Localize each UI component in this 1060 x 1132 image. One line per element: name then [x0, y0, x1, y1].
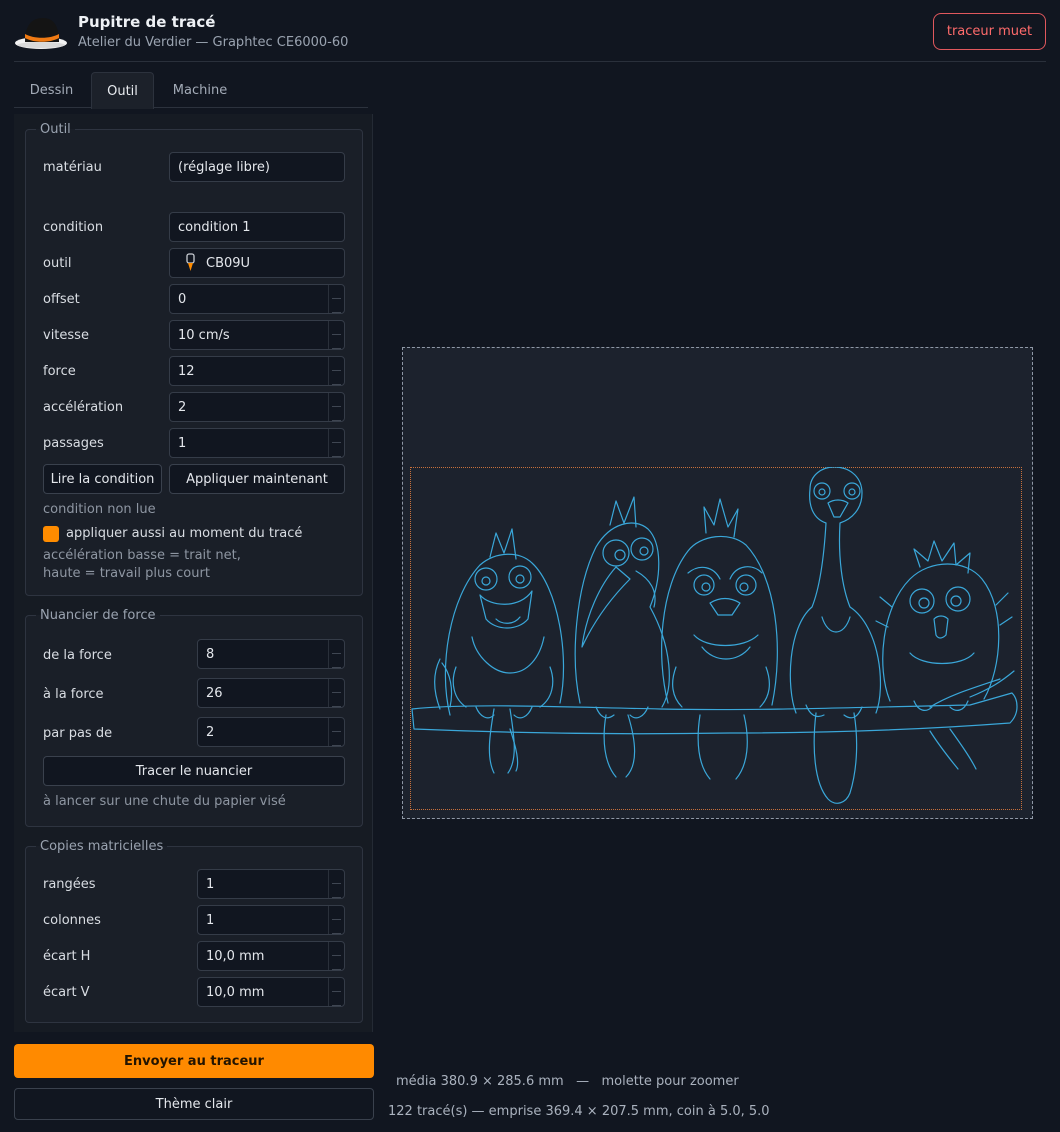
tab-dessin[interactable]: Dessin — [14, 72, 89, 108]
gap-v-spin-arrows[interactable] — [328, 978, 344, 1006]
offset-label: offset — [43, 292, 80, 307]
acceleration-hint-2: haute = travail plus court — [43, 566, 210, 581]
force-spin-arrows[interactable] — [328, 357, 344, 385]
app-title: Pupitre de tracé — [78, 13, 216, 31]
tab-outil[interactable]: Outil — [91, 72, 154, 109]
from-force-spinbox[interactable]: 8 — [197, 639, 345, 669]
condition-value: condition 1 — [178, 219, 251, 235]
materiau-value: (réglage libre) — [178, 159, 270, 175]
condition-status: condition non lue — [43, 502, 156, 517]
offset-spinbox[interactable]: 0 — [169, 284, 345, 314]
step-label: par pas de — [43, 726, 113, 741]
app-header: Pupitre de tracé Atelier du Verdier — Gr… — [0, 0, 1060, 62]
cols-spinbox[interactable]: 1 — [197, 905, 345, 935]
offset-spin-arrows[interactable] — [328, 285, 344, 313]
plot-swatch-button[interactable]: Tracer le nuancier — [43, 756, 345, 786]
gap-v-value: 10,0 mm — [206, 984, 265, 1000]
gap-h-value: 10,0 mm — [206, 948, 265, 964]
force-label: force — [43, 364, 76, 379]
from-force-label: de la force — [43, 648, 112, 663]
nuancier-legend: Nuancier de force — [40, 608, 156, 623]
outil-label: outil — [43, 256, 72, 271]
blade-icon — [186, 253, 195, 271]
to-force-value: 26 — [206, 685, 223, 701]
cols-spin-arrows[interactable] — [328, 906, 344, 934]
acceleration-spinbox[interactable]: 2 — [169, 392, 345, 422]
outil-legend: Outil — [40, 122, 71, 137]
from-force-spin-arrows[interactable] — [328, 640, 344, 668]
to-force-spinbox[interactable]: 26 — [197, 678, 345, 708]
step-spinbox[interactable]: 2 — [197, 717, 345, 747]
paths-status: 122 tracé(s) — emprise 369.4 × 207.5 mm,… — [388, 1104, 770, 1119]
acceleration-value: 2 — [178, 399, 187, 415]
passages-spinbox[interactable]: 1 — [169, 428, 345, 458]
header-divider — [14, 61, 1046, 62]
offset-value: 0 — [178, 291, 187, 307]
from-force-value: 8 — [206, 646, 215, 662]
outil-select[interactable]: CB09U — [169, 248, 345, 278]
vitesse-spin-arrows[interactable] — [328, 321, 344, 349]
media-status: média 380.9 × 285.6 mm — molette pour zo… — [396, 1074, 739, 1089]
vitesse-spinbox[interactable]: 10 cm/s — [169, 320, 345, 350]
gap-h-spinbox[interactable]: 10,0 mm — [197, 941, 345, 971]
force-value: 12 — [178, 363, 195, 379]
app-subtitle: Atelier du Verdier — Graphtec CE6000-60 — [78, 35, 349, 50]
step-spin-arrows[interactable] — [328, 718, 344, 746]
passages-label: passages — [43, 436, 104, 451]
step-value: 2 — [206, 724, 215, 740]
outil-value: CB09U — [206, 255, 251, 271]
cols-value: 1 — [206, 912, 215, 928]
rows-value: 1 — [206, 876, 215, 892]
tab-machine[interactable]: Machine — [158, 72, 242, 108]
send-to-plotter-button[interactable]: Envoyer au traceur — [14, 1044, 374, 1078]
swatch-note: à lancer sur une chute du papier visé — [43, 794, 286, 809]
vitesse-value: 10 cm/s — [178, 327, 230, 343]
to-force-spin-arrows[interactable] — [328, 679, 344, 707]
gap-v-label: écart V — [43, 985, 90, 1000]
rows-spinbox[interactable]: 1 — [197, 869, 345, 899]
passages-spin-arrows[interactable] — [328, 429, 344, 457]
gap-h-spin-arrows[interactable] — [328, 942, 344, 970]
to-force-label: à la force — [43, 687, 104, 702]
tab-bar: Dessin Outil Machine — [14, 72, 368, 109]
read-condition-button[interactable]: Lire la condition — [43, 464, 162, 494]
settings-panel[interactable]: Outil matériau (réglage libre) condition… — [14, 114, 373, 1032]
apply-at-plot-checkbox[interactable] — [43, 526, 59, 542]
apply-at-plot-label[interactable]: appliquer aussi au moment du tracé — [66, 526, 302, 541]
acceleration-spin-arrows[interactable] — [328, 393, 344, 421]
rows-spin-arrows[interactable] — [328, 870, 344, 898]
condition-select[interactable]: condition 1 — [169, 212, 345, 242]
rows-label: rangées — [43, 877, 96, 892]
gap-v-spinbox[interactable]: 10,0 mm — [197, 977, 345, 1007]
passages-value: 1 — [178, 435, 187, 451]
birds-artwork-preview — [411, 467, 1018, 804]
cols-label: colonnes — [43, 913, 101, 928]
acceleration-label: accélération — [43, 400, 124, 415]
light-theme-button[interactable]: Thème clair — [14, 1088, 374, 1120]
acceleration-hint-1: accélération basse = trait net, — [43, 548, 241, 563]
force-spinbox[interactable]: 12 — [169, 356, 345, 386]
materiau-select[interactable]: (réglage libre) — [169, 152, 345, 182]
apply-now-button[interactable]: Appliquer maintenant — [169, 464, 345, 494]
materiau-label: matériau — [43, 160, 102, 175]
vitesse-label: vitesse — [43, 328, 89, 343]
hat-icon — [15, 18, 67, 49]
gap-h-label: écart H — [43, 949, 91, 964]
condition-label: condition — [43, 220, 104, 235]
copies-legend: Copies matricielles — [40, 839, 164, 854]
plotter-status-button[interactable]: traceur muet — [933, 13, 1046, 50]
